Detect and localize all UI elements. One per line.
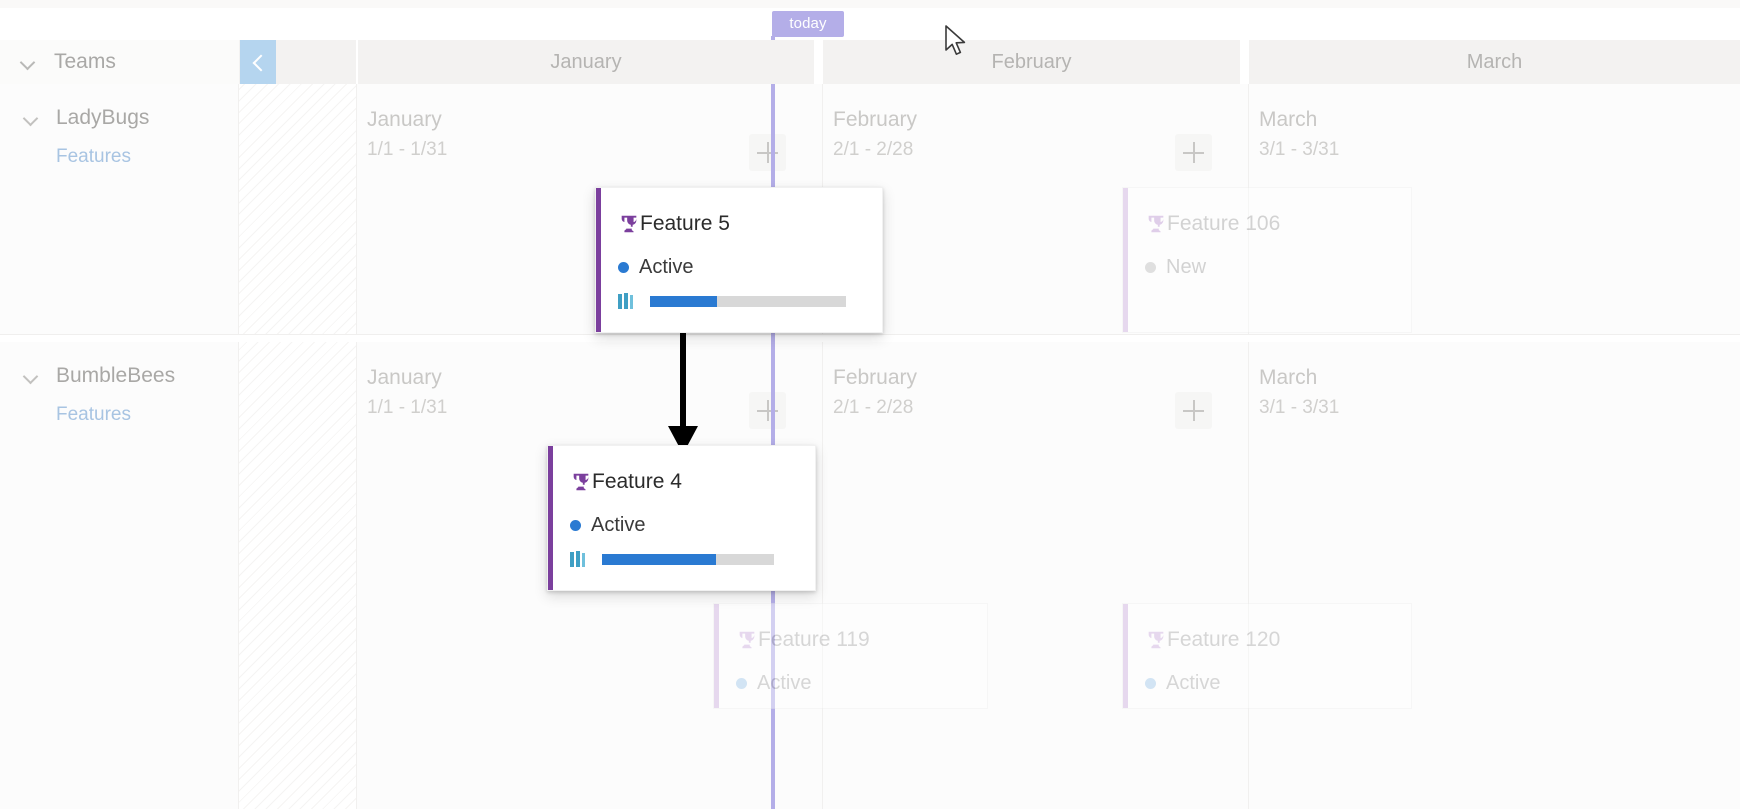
add-item-button[interactable] — [1175, 392, 1212, 429]
month-header-january[interactable]: January — [358, 40, 814, 84]
card-accent-bar — [714, 604, 719, 708]
card-title-row: Feature 4 — [570, 470, 682, 494]
card-state-row: New — [1145, 256, 1206, 279]
card-title-row: Feature 5 — [618, 212, 730, 236]
add-item-button[interactable] — [1175, 134, 1212, 171]
book-columns-icon — [570, 551, 590, 568]
top-strip — [0, 0, 1740, 8]
progress-bar-track — [602, 554, 774, 565]
month-cell-range: 3/1 - 3/31 — [1259, 139, 1340, 160]
work-item-card-feature-4[interactable]: Feature 4 Active — [547, 445, 816, 591]
state-dot-icon — [1145, 678, 1156, 689]
backlog-hatched-column — [239, 84, 357, 334]
month-cell-title: February — [833, 108, 918, 131]
month-cell-range: 3/1 - 3/31 — [1259, 397, 1340, 418]
timeline-delivery-plan: today Teams January February March LadyB… — [0, 0, 1740, 809]
state-dot-icon — [736, 678, 747, 689]
trophy-icon — [1145, 213, 1167, 235]
card-accent-bar — [1123, 188, 1128, 332]
month-cell-title: January — [367, 108, 442, 131]
team-label-cell-bumblebees: BumbleBees Features — [0, 342, 239, 809]
trophy-icon — [618, 213, 640, 235]
card-title: Feature 5 — [640, 212, 730, 235]
chevron-down-icon[interactable] — [21, 55, 35, 69]
backlog-hatched-column — [239, 342, 357, 809]
card-state-label: Active — [757, 672, 812, 694]
plus-icon — [1183, 142, 1204, 163]
timeline-header: Teams January February March — [0, 40, 1740, 84]
progress-bar-fill — [602, 554, 716, 565]
add-item-button[interactable] — [749, 134, 786, 171]
team-name-label: BumbleBees — [56, 364, 176, 387]
state-dot-icon — [1145, 262, 1156, 273]
team-name-row[interactable]: LadyBugs — [0, 106, 149, 130]
month-cell-range: 2/1 - 2/28 — [833, 139, 914, 160]
card-progress-row — [570, 551, 800, 568]
card-title-row: Feature 119 — [736, 628, 870, 652]
card-accent-bar — [1123, 604, 1128, 708]
card-state-label: Active — [591, 514, 646, 536]
team-name-label: LadyBugs — [56, 106, 150, 129]
state-dot-icon — [618, 262, 629, 273]
teams-header-cell[interactable]: Teams — [0, 40, 239, 84]
card-title: Feature 119 — [758, 628, 870, 651]
teams-header-label: Teams — [54, 50, 116, 73]
card-state-row: Active — [570, 514, 645, 537]
card-state-row: Active — [1145, 672, 1220, 695]
month-cell-february-bumblebees: February 2/1 - 2/28 — [823, 342, 1249, 809]
card-title-row: Feature 106 — [1145, 212, 1280, 236]
backlog-level-link[interactable]: Features — [56, 146, 131, 168]
month-cell-title: March — [1259, 366, 1318, 389]
month-cell-range: 2/1 - 2/28 — [833, 397, 914, 418]
month-cell-title: January — [367, 366, 442, 389]
card-state-row: Active — [736, 672, 811, 695]
card-title: Feature 4 — [592, 470, 682, 493]
chevron-left-icon — [252, 56, 264, 68]
work-item-card-feature-119[interactable]: Feature 119 Active — [713, 603, 988, 709]
work-item-card-feature-106[interactable]: Feature 106 New — [1122, 187, 1412, 333]
today-badge: today — [772, 11, 844, 37]
progress-bar-fill — [650, 296, 717, 307]
card-state-label: Active — [1166, 672, 1221, 694]
team-name-row[interactable]: BumbleBees — [0, 364, 175, 388]
month-header-february[interactable]: February — [823, 40, 1240, 84]
row-separator — [0, 335, 1740, 342]
month-cell-march-bumblebees: March 3/1 - 3/31 — [1249, 342, 1740, 809]
card-title-row: Feature 120 — [1145, 628, 1280, 652]
trophy-icon — [736, 629, 758, 651]
work-item-card-feature-5[interactable]: Feature 5 Active — [595, 187, 883, 333]
book-columns-icon — [618, 293, 638, 310]
card-state-label: New — [1166, 256, 1207, 278]
work-item-card-feature-120[interactable]: Feature 120 Active — [1122, 603, 1412, 709]
month-cell-title: February — [833, 366, 918, 389]
month-header-march[interactable]: March — [1249, 40, 1740, 84]
chevron-down-icon[interactable] — [24, 369, 38, 383]
month-cell-title: March — [1259, 108, 1318, 131]
backlog-level-link[interactable]: Features — [56, 404, 131, 426]
card-accent-bar — [548, 446, 553, 590]
card-state-row: Active — [618, 256, 693, 279]
add-item-button[interactable] — [749, 392, 786, 429]
card-title: Feature 106 — [1167, 212, 1281, 235]
state-dot-icon — [570, 520, 581, 531]
card-progress-row — [618, 293, 863, 310]
team-label-cell-ladybugs: LadyBugs Features — [0, 84, 239, 334]
timeline-nav-cell — [239, 40, 356, 84]
month-cell-range: 1/1 - 1/31 — [367, 397, 448, 418]
chevron-down-icon[interactable] — [24, 111, 38, 125]
trophy-icon — [570, 471, 592, 493]
trophy-icon — [1145, 629, 1167, 651]
card-title: Feature 120 — [1167, 628, 1281, 651]
team-row-bumblebees: BumbleBees Features January 1/1 - 1/31 F… — [0, 342, 1740, 809]
card-accent-bar — [596, 188, 601, 332]
progress-bar-track — [650, 296, 846, 307]
month-cell-range: 1/1 - 1/31 — [367, 139, 448, 160]
card-state-label: Active — [639, 256, 694, 278]
scroll-back-button[interactable] — [240, 40, 276, 84]
plus-icon — [1183, 400, 1204, 421]
